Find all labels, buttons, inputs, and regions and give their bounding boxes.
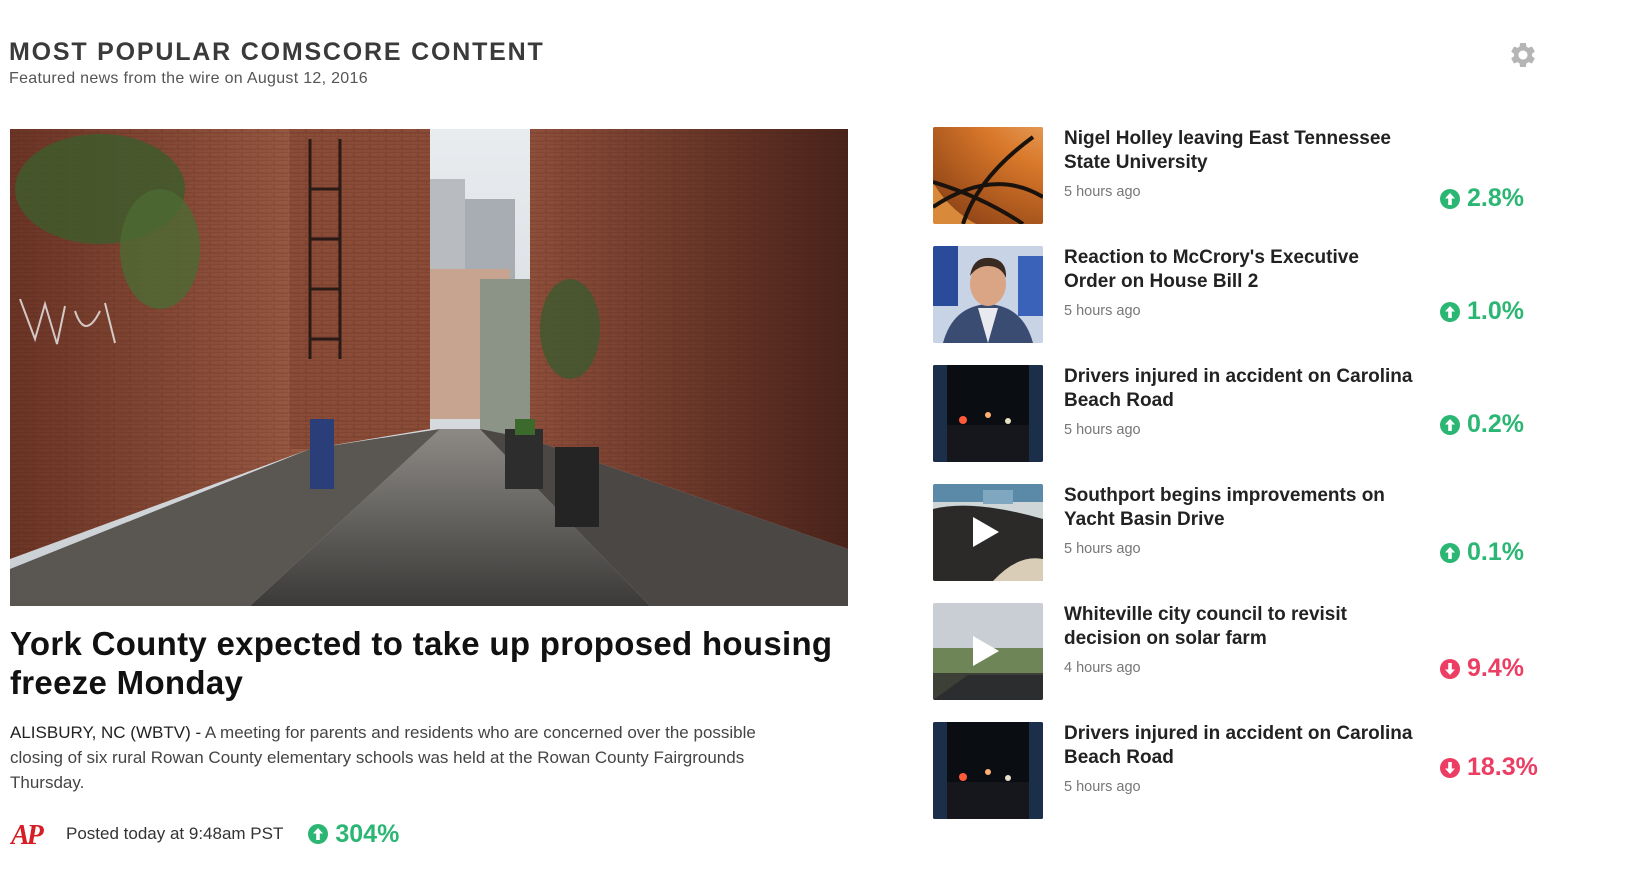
featured-summary: ALISBURY, NC (WBTV) - A meeting for pare…	[10, 720, 790, 795]
item-time: 5 hours ago	[1064, 303, 1141, 319]
item-trend: 9.4%	[1439, 654, 1524, 683]
list-item[interactable]: Drivers injured in accident on Carolina …	[933, 365, 1573, 484]
page-subtitle: Featured news from the wire on August 12…	[9, 70, 368, 87]
arrow-up-circle-icon	[308, 824, 329, 844]
arrow-up-circle-icon	[1440, 542, 1460, 563]
night-road-thumbnail	[933, 365, 1043, 462]
item-time: 5 hours ago	[1064, 422, 1141, 438]
arrow-down-circle-icon	[1440, 757, 1460, 778]
item-trend: 0.1%	[1439, 538, 1524, 567]
dateline: ALISBURY, NC (WBTV) -	[10, 723, 205, 742]
page-header: MOST POPULAR COMSCORE CONTENT Featured n…	[9, 36, 545, 88]
night-road-thumbnail	[933, 722, 1043, 819]
item-change: 0.1%	[1467, 538, 1524, 566]
item-time: 5 hours ago	[1064, 779, 1141, 795]
featured-image[interactable]	[10, 129, 848, 606]
featured-trend: 304%	[307, 820, 399, 849]
item-trend: 18.3%	[1439, 753, 1538, 782]
speaker-thumbnail	[933, 246, 1043, 343]
list-item[interactable]: Whiteville city council to revisit decis…	[933, 603, 1573, 722]
gear-icon	[1511, 42, 1535, 67]
list-item[interactable]: Southport begins improvements on Yacht B…	[933, 484, 1573, 603]
featured-headline[interactable]: York County expected to take up proposed…	[10, 624, 848, 702]
item-change: 9.4%	[1467, 654, 1524, 682]
item-title[interactable]: Drivers injured in accident on Carolina …	[1064, 722, 1414, 770]
item-time: 5 hours ago	[1064, 541, 1141, 557]
svg-text:AP: AP	[10, 820, 45, 849]
item-change: 0.2%	[1467, 410, 1524, 438]
list-item[interactable]: Reaction to McCrory's Executive Order on…	[933, 246, 1573, 365]
gravel-video-thumbnail	[933, 484, 1043, 581]
item-time: 4 hours ago	[1064, 660, 1141, 676]
item-change: 18.3%	[1467, 753, 1538, 781]
item-trend: 2.8%	[1439, 184, 1524, 213]
arrow-up-circle-icon	[1440, 301, 1460, 322]
arrow-up-circle-icon	[1440, 414, 1460, 435]
item-time: 5 hours ago	[1064, 184, 1141, 200]
popular-list: Nigel Holley leaving East Tennessee Stat…	[933, 127, 1573, 841]
featured-meta: AP Posted today at 9:48am PST 304%	[10, 819, 848, 850]
item-trend: 1.0%	[1439, 297, 1524, 326]
featured-article: York County expected to take up proposed…	[10, 129, 848, 849]
list-item[interactable]: Drivers injured in accident on Carolina …	[933, 722, 1573, 841]
basketball-thumbnail	[933, 127, 1043, 224]
item-trend: 0.2%	[1439, 410, 1524, 439]
arrow-down-circle-icon	[1440, 658, 1460, 679]
arrow-up-circle-icon	[1440, 188, 1460, 209]
item-title[interactable]: Whiteville city council to revisit decis…	[1064, 603, 1414, 651]
page-title: MOST POPULAR COMSCORE CONTENT	[9, 38, 545, 66]
item-change: 2.8%	[1467, 184, 1524, 212]
item-title[interactable]: Drivers injured in accident on Carolina …	[1064, 365, 1414, 413]
item-title[interactable]: Reaction to McCrory's Executive Order on…	[1064, 246, 1414, 294]
ap-logo: AP	[10, 820, 48, 849]
item-change: 1.0%	[1467, 297, 1524, 325]
item-title[interactable]: Nigel Holley leaving East Tennessee Stat…	[1064, 127, 1414, 175]
settings-button[interactable]	[1508, 40, 1538, 70]
featured-change: 304%	[335, 819, 400, 848]
field-video-thumbnail	[933, 603, 1043, 700]
item-title[interactable]: Southport begins improvements on Yacht B…	[1064, 484, 1414, 532]
posted-time: Posted today at 9:48am PST	[66, 824, 284, 843]
list-item[interactable]: Nigel Holley leaving East Tennessee Stat…	[933, 127, 1573, 246]
